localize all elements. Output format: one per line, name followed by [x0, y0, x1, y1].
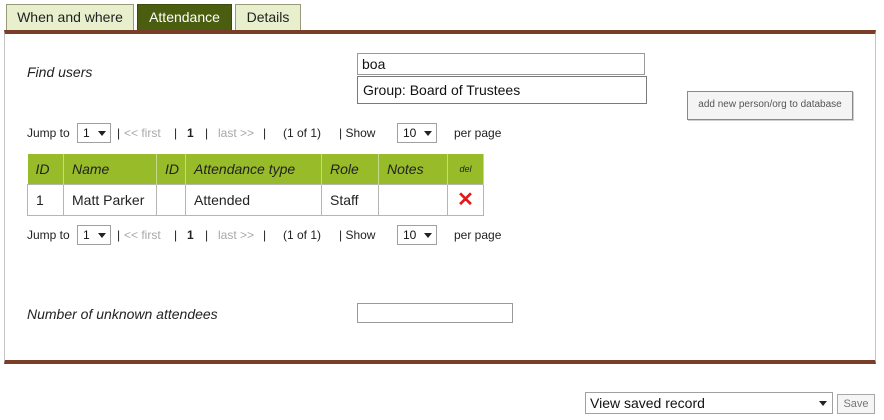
- column-header-name: Name: [63, 154, 157, 184]
- last-page-link[interactable]: last >>: [218, 228, 254, 242]
- view-saved-record-select[interactable]: View saved record: [585, 392, 833, 414]
- first-page-link[interactable]: << first: [124, 126, 161, 140]
- chevron-down-icon: [819, 401, 827, 406]
- per-page-select[interactable]: 10: [397, 123, 437, 143]
- show-label: | Show: [339, 228, 376, 242]
- column-header-role: Role: [321, 154, 379, 184]
- page-count: (1 of 1): [283, 228, 322, 242]
- per-page-label: per page: [454, 228, 502, 242]
- column-header-notes: Notes: [378, 154, 448, 184]
- cell-id: 1: [27, 183, 64, 216]
- column-header-delete: del: [447, 154, 484, 184]
- attendance-panel: Find users boa Group: Board of Trustees …: [4, 30, 876, 364]
- jump-to-label: Jump to: [27, 228, 70, 242]
- delete-icon[interactable]: ✕: [457, 189, 474, 211]
- column-header-id: ID: [27, 154, 64, 184]
- cell-notes[interactable]: [378, 183, 448, 216]
- suggestion-item[interactable]: Group: Board of Trustees: [357, 76, 647, 104]
- page-select-value: 1: [83, 228, 90, 242]
- cell-name: Matt Parker: [63, 183, 157, 216]
- pager-separator: |: [174, 126, 178, 140]
- table-row: 1 Matt Parker Attended Staff ✕: [27, 183, 484, 216]
- pager-separator: |: [263, 228, 267, 242]
- tab-attendance[interactable]: Attendance: [137, 4, 232, 31]
- view-saved-record-value: View saved record: [590, 395, 705, 411]
- find-users-label: Find users: [27, 64, 93, 80]
- first-page-link[interactable]: << first: [124, 228, 161, 242]
- pager-separator: |: [117, 126, 121, 140]
- chevron-down-icon: [98, 233, 106, 238]
- page-select[interactable]: 1: [77, 123, 111, 143]
- pager-separator: |: [205, 126, 209, 140]
- cell-attendance-type[interactable]: Attended: [185, 183, 322, 216]
- pager-separator: |: [117, 228, 121, 242]
- per-page-label: per page: [454, 126, 502, 140]
- cell-delete: ✕: [447, 183, 484, 216]
- jump-to-label: Jump to: [27, 126, 70, 140]
- add-person-button[interactable]: add new person/org to database: [687, 91, 853, 120]
- find-users-input[interactable]: boa: [357, 53, 645, 75]
- pager-separator: |: [263, 126, 267, 140]
- pager-bottom: Jump to 1 | << first | 1 | last >> | (1 …: [27, 225, 547, 245]
- cell-role[interactable]: Staff: [321, 183, 379, 216]
- unknown-attendees-label: Number of unknown attendees: [27, 306, 218, 322]
- page-select[interactable]: 1: [77, 225, 111, 245]
- chevron-down-icon: [424, 131, 432, 136]
- per-page-select-value: 10: [403, 228, 417, 242]
- current-page: 1: [187, 126, 194, 140]
- show-label: | Show: [339, 126, 376, 140]
- page-select-value: 1: [83, 126, 90, 140]
- save-button[interactable]: Save: [837, 394, 875, 414]
- pager-separator: |: [205, 228, 209, 242]
- per-page-select[interactable]: 10: [397, 225, 437, 245]
- attendance-table: ID Name ID Attendance type Role Notes de…: [27, 154, 484, 216]
- cell-id2: [156, 183, 186, 216]
- last-page-link[interactable]: last >>: [218, 126, 254, 140]
- column-header-attendance-type: Attendance type: [185, 154, 322, 184]
- chevron-down-icon: [98, 131, 106, 136]
- pager-separator: |: [174, 228, 178, 242]
- chevron-down-icon: [424, 233, 432, 238]
- table-header-row: ID Name ID Attendance type Role Notes de…: [27, 154, 484, 184]
- pager-top: Jump to 1 | << first | 1 | last >> | (1 …: [27, 123, 547, 143]
- tab-when-and-where[interactable]: When and where: [6, 4, 134, 31]
- page-count: (1 of 1): [283, 126, 322, 140]
- current-page: 1: [187, 228, 194, 242]
- column-header-id2: ID: [156, 154, 186, 184]
- unknown-attendees-input[interactable]: [357, 303, 513, 323]
- per-page-select-value: 10: [403, 126, 417, 140]
- tab-details[interactable]: Details: [235, 4, 301, 31]
